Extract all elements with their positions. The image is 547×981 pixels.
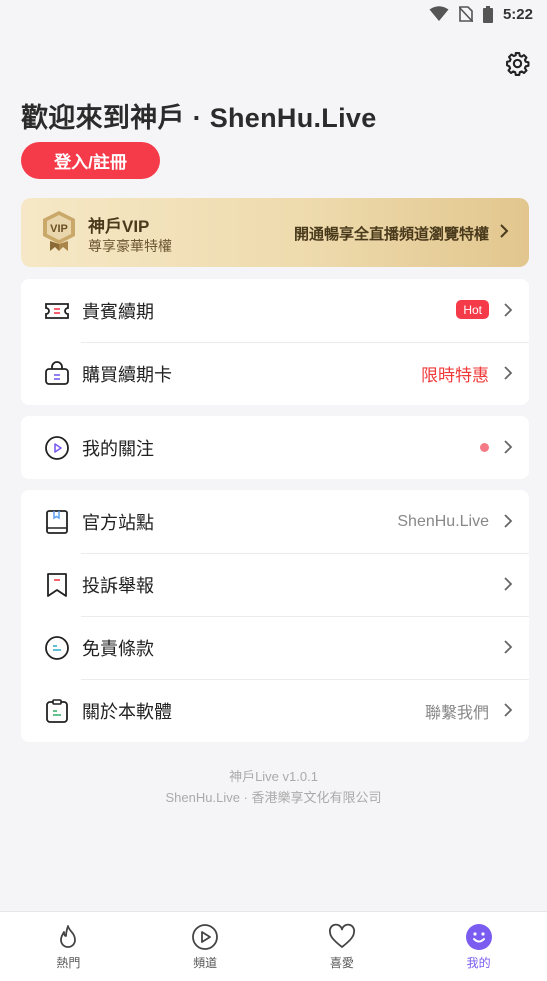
vip-banner[interactable]: VIP 神戶VIP 尊享豪華特權 開通暢享全直播頻道瀏覽特權: [21, 198, 529, 267]
vip-subtitle: 尊享豪華特權: [88, 238, 172, 254]
clipboard-icon: [46, 699, 68, 723]
vip-badge-icon: VIP: [43, 211, 75, 251]
menu-item-label: 我的關注: [82, 438, 154, 459]
chevron-right-icon: [504, 703, 513, 717]
contact-us-text: 聯繫我們: [424, 704, 489, 722]
menu-card-follow: 我的關注: [21, 416, 529, 479]
hot-badge: Hot: [456, 300, 489, 319]
menu-item-my-follows[interactable]: 我的關注: [21, 416, 529, 479]
vip-badge-text: VIP: [50, 223, 68, 235]
menu-card-info: 官方站點 ShenHu.Live 投訴舉報 免責條款 關於本軟體 聯繫我們: [21, 490, 529, 742]
company-name: ShenHu.Live · 香港樂享文化有限公司: [165, 790, 382, 805]
app-version: 神戶Live v1.0.1: [229, 769, 318, 784]
tab-label: 頻道: [193, 956, 218, 970]
menu-card-renewal: 貴賓續期 Hot 購買續期卡 限時特惠: [21, 279, 529, 405]
tab-favorites[interactable]: 喜愛: [274, 912, 411, 981]
battery-icon: [482, 5, 493, 23]
menu-item-label: 免責條款: [82, 638, 154, 659]
tab-label: 我的: [466, 956, 491, 970]
book-icon: [46, 510, 68, 534]
play-circle-icon: [192, 924, 219, 950]
bookmark-icon: [47, 573, 67, 597]
chevron-right-icon: [500, 224, 509, 238]
official-site-url: ShenHu.Live: [397, 512, 489, 530]
tab-channels[interactable]: 頻道: [137, 912, 274, 981]
menu-item-label: 官方站點: [82, 512, 154, 533]
limited-offer-text: 限時特惠: [421, 366, 489, 385]
login-register-button[interactable]: 登入/註冊: [21, 142, 160, 179]
status-bar: 5:22: [0, 0, 547, 28]
play-circle-icon: [45, 436, 69, 460]
settings-button[interactable]: [503, 49, 531, 77]
heart-icon: [328, 923, 355, 948]
footer: 神戶Live v1.0.1 ShenHu.Live · 香港樂享文化有限公司: [0, 766, 547, 808]
welcome-title: 歡迎來到神戶 · ShenHu.Live: [21, 103, 377, 133]
ticket-icon: [45, 303, 69, 319]
no-sim-icon: [458, 6, 473, 22]
vip-title: 神戶VIP: [88, 217, 150, 236]
tab-mine[interactable]: 我的: [410, 912, 547, 981]
menu-item-label: 貴賓續期: [82, 301, 154, 322]
chevron-right-icon: [504, 366, 513, 380]
chevron-right-icon: [504, 514, 513, 528]
menu-item-about[interactable]: 關於本軟體 聯繫我們: [21, 679, 529, 742]
bottom-tab-bar: 熱門 頻道 喜愛 我的: [0, 911, 547, 981]
menu-item-label: 關於本軟體: [82, 701, 172, 722]
gear-icon: [505, 51, 529, 76]
chevron-right-icon: [504, 577, 513, 591]
tab-label: 熱門: [56, 956, 81, 970]
menu-item-buy-renewal-card[interactable]: 購買續期卡 限時特惠: [21, 342, 529, 405]
chevron-right-icon: [504, 303, 513, 317]
menu-item-vip-renewal[interactable]: 貴賓續期 Hot: [21, 279, 529, 342]
vip-promo-text: 開通暢享全直播頻道瀏覽特權: [293, 226, 489, 243]
status-time: 5:22: [502, 5, 533, 23]
menu-item-official-site[interactable]: 官方站點 ShenHu.Live: [21, 490, 529, 553]
chevron-right-icon: [504, 640, 513, 654]
smile-icon: [465, 924, 492, 950]
shopping-bag-icon: [45, 361, 69, 385]
notification-dot: [480, 443, 489, 452]
flame-icon: [60, 925, 77, 948]
menu-item-disclaimer[interactable]: 免責條款: [21, 616, 529, 679]
tab-hot[interactable]: 熱門: [0, 912, 137, 981]
menu-item-label: 投訴舉報: [82, 575, 154, 596]
wifi-icon: [429, 6, 449, 21]
menu-item-label: 購買續期卡: [82, 364, 172, 385]
menu-item-report[interactable]: 投訴舉報: [21, 553, 529, 616]
tab-label: 喜愛: [329, 956, 354, 970]
document-circle-icon: [45, 636, 69, 660]
chevron-right-icon: [504, 440, 513, 454]
